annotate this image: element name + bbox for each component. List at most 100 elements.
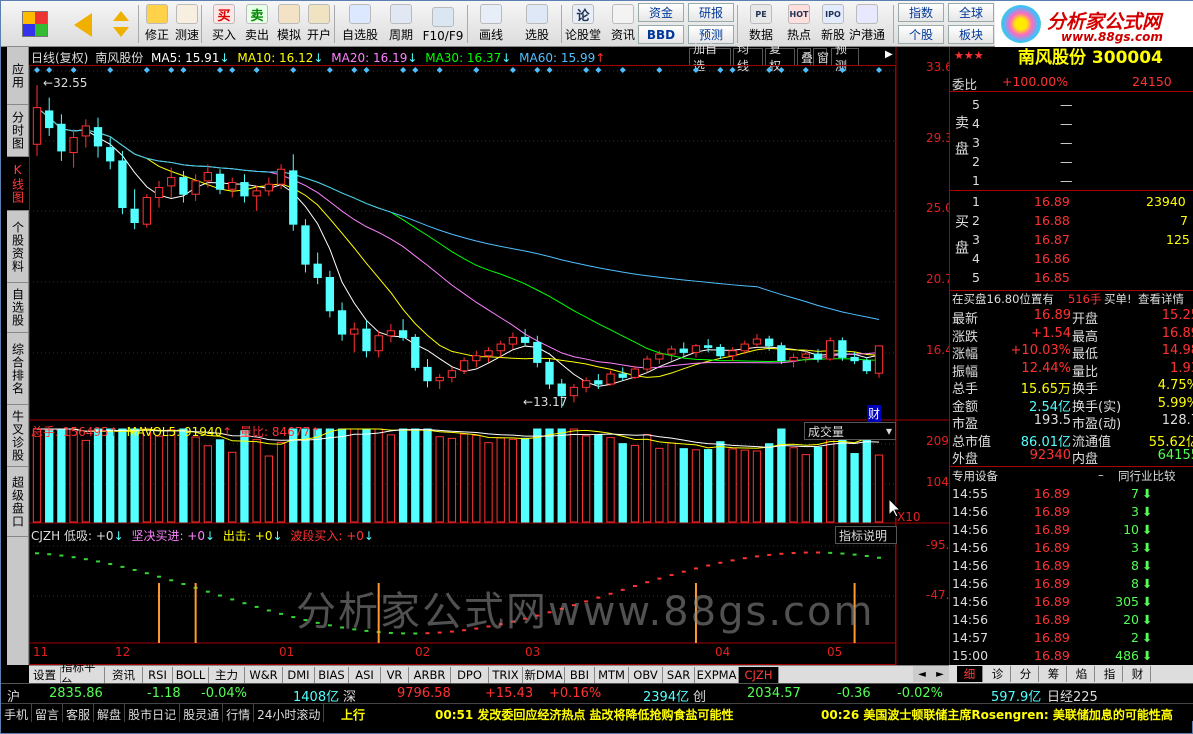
candle-body (642, 358, 652, 370)
ticker-button-6[interactable]: 行情 (223, 704, 255, 722)
left-tab-6[interactable]: 牛叉诊股 (7, 405, 29, 467)
volume-bar (313, 428, 322, 523)
indicator-tab-9[interactable]: ASI (349, 667, 381, 683)
toolbar-button-12[interactable]: 资讯 (605, 3, 641, 45)
left-tab-4[interactable]: 自选股 (7, 283, 29, 333)
indicator-tab-6[interactable]: W&R (245, 667, 283, 683)
buy-button[interactable]: 买买入 (206, 3, 242, 45)
bid-row: 3 16.87 125 (950, 232, 1193, 250)
right-tab-4[interactable]: 焰 (1069, 666, 1095, 682)
ticker-button-4[interactable]: 股市日记 (125, 704, 181, 722)
signal-marker-icon (766, 67, 773, 73)
left-tab-7[interactable]: 超级盘口 (7, 467, 29, 537)
indicator-buy-label: 坚决买进: +0 (131, 529, 206, 543)
indicator-tab-0[interactable]: 设置 (29, 667, 61, 683)
right-tab-0[interactable]: 细 (957, 666, 983, 682)
indicator-help-button[interactable]: 指标说明 (835, 526, 897, 544)
toolbar-button-16[interactable]: 沪港通 (849, 3, 885, 45)
tab-scroll-buttons[interactable]: ◄ ► (913, 666, 949, 682)
indicator-tab-15[interactable]: BBI (565, 667, 595, 683)
app-menu-button[interactable] (15, 3, 55, 45)
left-tab-0[interactable]: 应用 (7, 47, 29, 105)
finance-badge[interactable]: 财 (867, 405, 882, 422)
indicator-tab-8[interactable]: BIAS (315, 667, 349, 683)
right-tab-5[interactable]: 指 (1097, 666, 1123, 682)
indicator-tab-2[interactable]: 资讯 (105, 667, 143, 683)
signal-marker-icon (839, 67, 846, 73)
tick-time: 14:56 (952, 522, 989, 537)
up-down-button[interactable] (109, 3, 133, 45)
toolbar-button-5[interactable]: 开户 (301, 3, 337, 45)
stat-row: 涨跌 +1.54最高 16.89 (950, 326, 1193, 345)
bbd-button[interactable]: BBD (638, 25, 684, 44)
research-button[interactable]: 研报 (688, 3, 734, 22)
toolbar-button-9[interactable]: 画线 (473, 3, 509, 45)
global-button[interactable]: 全球 (948, 3, 994, 22)
right-tab-2[interactable]: 分 (1013, 666, 1039, 682)
toolbar-button-7[interactable]: 周期 (383, 3, 419, 45)
indicator-tab-14[interactable]: 新DMA (523, 667, 565, 683)
sector-name[interactable]: 专用设备 (952, 468, 998, 484)
toolbar-button-13[interactable]: PE 数据 (743, 3, 779, 45)
left-tab-1[interactable]: 分时图 (7, 105, 29, 157)
toolbar-button-label: 论股堂 (565, 28, 602, 42)
fund-button[interactable]: 资金 (638, 3, 684, 22)
right-tab-1[interactable]: 诊 (985, 666, 1011, 682)
indicator-tab-4[interactable]: BOLL (173, 667, 209, 683)
indicator-tab-20[interactable]: CJZH (739, 667, 779, 683)
bid-price: 16.86 (1034, 251, 1070, 266)
toolbar-button-14[interactable]: HOT 热点 (781, 3, 817, 45)
indicator-tab-16[interactable]: MTM (595, 667, 629, 683)
news-item[interactable]: 00:26 美国波士顿联储主席Rosengren: 美联储加息的可能性高 (821, 706, 1173, 723)
indicator-tab-12[interactable]: DPO (451, 667, 489, 683)
volume-bar (106, 428, 115, 523)
kline-svg (29, 47, 949, 665)
toolbar-button-10[interactable]: 选股 (519, 3, 555, 45)
sell-button[interactable]: 卖卖出 (239, 3, 275, 45)
news-item[interactable]: 00:51 发改委回应经济热点 盐改将降低抢购食盐可能性 (435, 706, 734, 723)
index-button[interactable]: 指数 (898, 3, 944, 22)
sector-compare-button[interactable]: 同行业比较 (1118, 468, 1176, 484)
right-arrow-icon[interactable]: ► (936, 669, 944, 680)
tick-volume: 10 (1123, 522, 1139, 537)
indicator-tab-7[interactable]: DMI (283, 667, 315, 683)
candle-body (398, 330, 408, 338)
indicator-tab-5[interactable]: 主力 (209, 667, 245, 683)
left-arrow-icon[interactable]: ◄ (918, 669, 926, 680)
toolbar-button-8[interactable]: F10/F9 (423, 3, 463, 45)
left-tab-3[interactable]: 个股资料 (7, 211, 29, 283)
indicator-tab-19[interactable]: EXPMA (695, 667, 739, 683)
ticker-button-1[interactable]: 留言 (32, 704, 64, 722)
sector-button[interactable]: 板块 (948, 25, 994, 44)
indicator-tab-17[interactable]: OBV (629, 667, 663, 683)
right-tab-6[interactable]: 财 (1125, 666, 1151, 682)
stock-button[interactable]: 个股 (898, 25, 944, 44)
indicator-tab-1[interactable]: 指标平台 (61, 660, 105, 690)
ticker-button-3[interactable]: 解盘 (94, 704, 126, 722)
volume-indicator-dropdown[interactable]: 成交量 ▾ (804, 422, 896, 440)
left-tab-5[interactable]: 综合排名 (7, 333, 29, 405)
toolbar-button-1[interactable]: 测速 (169, 3, 205, 45)
back-button[interactable] (65, 3, 101, 45)
kline-chart-area[interactable]: 日线(复权) 南风股份 MA5: 15.91↓ MA10: 16.12↓ MA2… (29, 42, 965, 665)
indicator-tab-18[interactable]: SAR (663, 667, 695, 683)
stat-value: 92340 (1029, 448, 1071, 463)
notice-link[interactable]: 查看详情 (1138, 291, 1184, 307)
toolbar-button-11[interactable]: 论论股堂 (565, 3, 601, 45)
indicator-tab-3[interactable]: RSI (143, 667, 173, 683)
indicator-tab-13[interactable]: TRIX (489, 667, 523, 683)
ticker-button-2[interactable]: 客服 (63, 704, 95, 722)
toolbar-button-15[interactable]: IPO 新股 (815, 3, 851, 45)
toolbar-button-6[interactable]: 自选股 (339, 3, 381, 45)
left-tab-2[interactable]: K线图 (7, 157, 29, 211)
ticker-button-0[interactable]: 手机 (1, 704, 33, 722)
right-tab-3[interactable]: 筹 (1041, 666, 1067, 682)
stock-title: 南风股份 300004 (1018, 48, 1163, 68)
indicator-tab-10[interactable]: VR (381, 667, 409, 683)
indicator-tab-11[interactable]: ARBR (409, 667, 451, 683)
ticker-button-5[interactable]: 股灵通 (180, 704, 224, 722)
up-arrow-icon: ↑ (222, 425, 233, 439)
candle-body (655, 353, 664, 360)
ticker-button-7[interactable]: 24小时滚动 (254, 704, 325, 722)
sz-change: +15.43 (485, 686, 534, 701)
